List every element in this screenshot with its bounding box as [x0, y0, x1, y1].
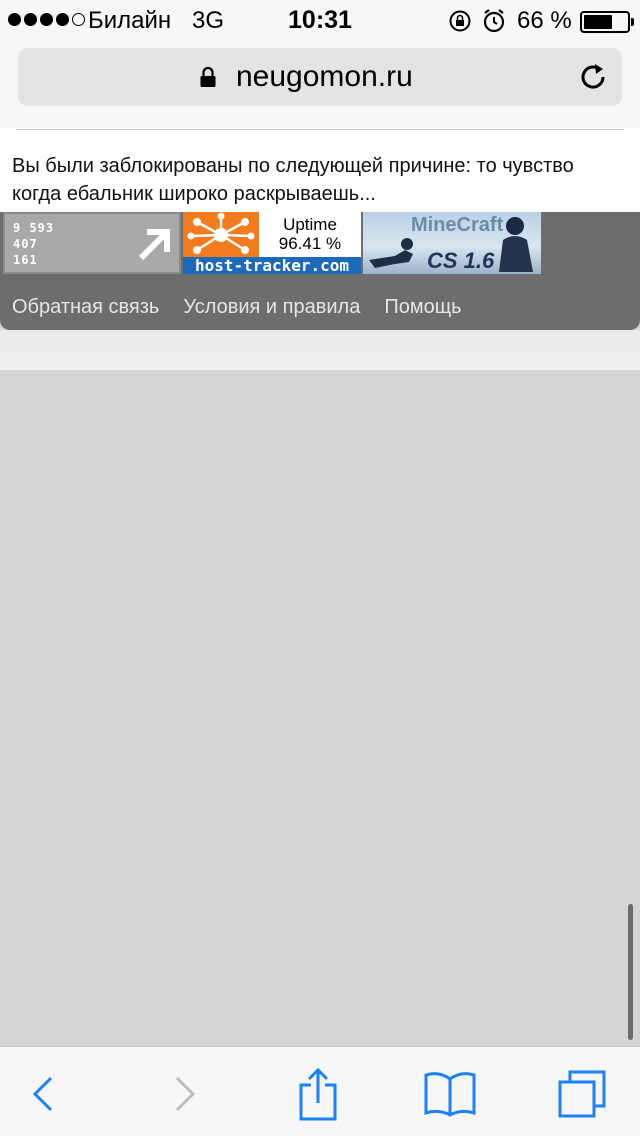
reload-icon[interactable]	[577, 61, 609, 93]
footer-link-help[interactable]: Помощь	[384, 296, 461, 319]
divider	[16, 128, 624, 130]
share-icon	[299, 1067, 337, 1121]
battery-percent: 66 %	[517, 7, 572, 34]
host-tracker-banner[interactable]: Uptime 96.41 % host-tracker.com	[183, 212, 361, 274]
liveinternet-counter[interactable]: 9 593 407 161	[3, 212, 181, 274]
host-tracker-domain: host-tracker.com	[183, 257, 361, 274]
cs-title: CS 1.6	[427, 248, 495, 273]
url-text[interactable]: neugomon.ru	[236, 60, 413, 94]
footer-link-feedback[interactable]: Обратная связь	[12, 296, 159, 319]
footer-links: Обратная связь Условия и правила Помощь	[12, 296, 462, 319]
status-bar: Билайн 3G 10:31 66 %	[0, 0, 640, 40]
network-nodes-icon	[183, 212, 259, 258]
tabs-icon	[558, 1070, 606, 1118]
forward-icon	[175, 1076, 196, 1112]
share-button[interactable]	[290, 1067, 346, 1121]
tabs-button[interactable]	[554, 1067, 610, 1121]
scrollbar[interactable]	[628, 904, 633, 1040]
uptime-value: 96.41 %	[278, 234, 342, 253]
alarm-icon	[483, 9, 505, 33]
back-icon	[32, 1076, 53, 1112]
lock-icon	[200, 66, 216, 87]
game-server-banner[interactable]: MineCraft CS 1.6	[363, 212, 541, 274]
footer-link-terms[interactable]: Условия и правила	[183, 296, 360, 319]
orientation-lock-icon	[449, 10, 471, 32]
footer-shadow	[0, 330, 640, 370]
web-page: Вы были заблокированы по следующей причи…	[0, 128, 640, 1046]
browser-toolbar	[0, 1046, 640, 1136]
counter-line: 161	[13, 253, 38, 267]
address-bar-area: neugomon.ru	[0, 40, 640, 128]
counter-banners: 9 593 407 161 Uptime 96.41 % host-tracke…	[0, 212, 640, 274]
content-area: Вы были заблокированы по следующей причи…	[0, 128, 640, 212]
arrow-up-right-icon	[138, 229, 170, 261]
counter-line: 407	[13, 237, 38, 251]
address-bar[interactable]: neugomon.ru	[18, 48, 622, 106]
counter-line: 9 593	[13, 221, 55, 235]
back-button[interactable]	[16, 1067, 72, 1121]
bookmarks-icon	[424, 1072, 476, 1117]
minecraft-title: MineCraft	[411, 214, 504, 236]
bookmarks-button[interactable]	[422, 1067, 478, 1121]
uptime-label: Uptime	[283, 215, 337, 234]
forward-button[interactable]	[156, 1067, 212, 1121]
block-reason-message: Вы были заблокированы по следующей причи…	[12, 155, 574, 205]
site-footer: 9 593 407 161 Uptime 96.41 % host-tracke…	[0, 212, 640, 330]
battery-icon	[580, 11, 634, 33]
